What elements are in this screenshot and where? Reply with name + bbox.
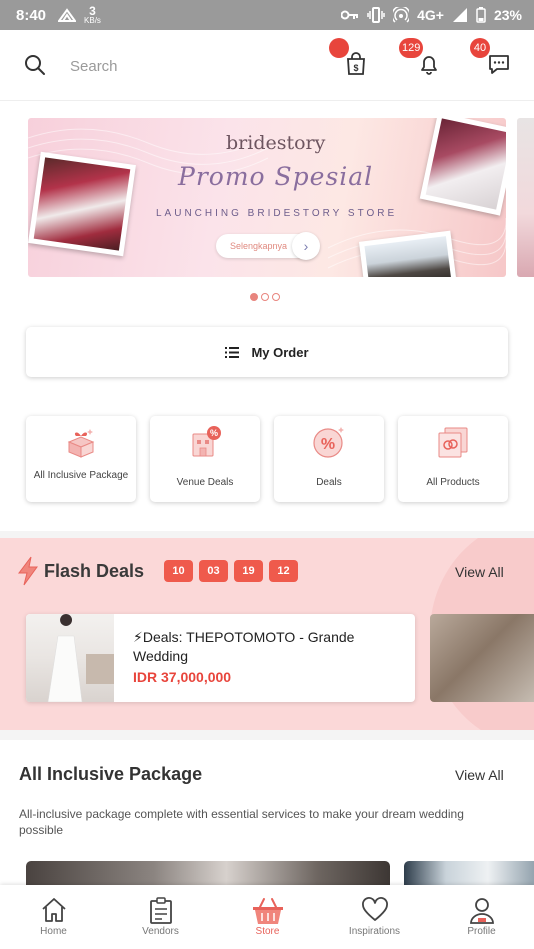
signal-icon [452, 8, 467, 22]
deal-price: IDR 37,000,000 [133, 669, 232, 685]
category-all-inclusive[interactable]: All Inclusive Package [26, 416, 136, 502]
flash-deals-title: Flash Deals [44, 561, 145, 581]
category-deals[interactable]: % Deals [274, 416, 384, 502]
category-label: Venue Deals [176, 477, 234, 488]
my-order-button[interactable]: My Order [26, 327, 508, 377]
category-venue-deals[interactable]: % Venue Deals [150, 416, 260, 502]
key-icon [341, 10, 359, 20]
status-icons: 4G+ 23% [341, 7, 522, 23]
notification-badge: 129 [399, 38, 424, 58]
deal-image [26, 614, 114, 702]
search-input[interactable]: Search [70, 58, 118, 75]
shopping-bag-icon[interactable]: $ [345, 52, 367, 76]
screen: 8:40 3 KB/s 4G+ 23% Search $ 129 40 brid… [0, 0, 534, 949]
venue-discount-icon: % [192, 426, 221, 457]
flash-view-all-link[interactable]: View All [455, 564, 504, 580]
vibrate-icon [367, 7, 385, 23]
banner-cta-label: Selengkapnya [230, 241, 288, 251]
deal-card[interactable]: ⚡Deals: THEPOTOMOTO - Grande Wedding IDR… [26, 614, 415, 702]
banner-headline: Promo Spesial [178, 162, 374, 191]
list-icon [225, 346, 240, 358]
net-speed-unit: KB/s [84, 16, 101, 25]
banner-brand: bridestory [226, 132, 326, 154]
svg-text:%: % [210, 428, 218, 438]
bottom-nav: Home Vendors Store Inspirations Profile [0, 885, 534, 949]
carousel-dots [250, 293, 280, 301]
heart-icon [361, 897, 388, 921]
nav-vendors[interactable]: Vendors [107, 885, 214, 949]
percent-icon: % [313, 427, 344, 458]
svg-text:$: $ [353, 63, 358, 73]
package-section-title: All Inclusive Package [19, 764, 203, 784]
carousel-dot-active[interactable] [250, 293, 258, 301]
category-label: All Products [426, 477, 480, 488]
net-speed: 3 KB/s [84, 5, 101, 25]
package-view-all-link[interactable]: View All [455, 767, 504, 783]
app-notification-icon [58, 8, 77, 22]
nav-label: Vendors [142, 926, 179, 937]
clipboard-icon [149, 897, 172, 924]
next-deal-card-peek[interactable] [430, 614, 534, 702]
chat-icon[interactable] [488, 52, 510, 76]
banner-cta-button[interactable]: Selengkapnya › [216, 232, 320, 260]
my-order-label: My Order [251, 344, 309, 360]
flash-deals-section: Flash Deals 10 03 19 12 View All ⚡Deals:… [0, 538, 534, 730]
nav-store[interactable]: Store [214, 885, 321, 949]
bell-icon[interactable] [418, 52, 440, 76]
ring-box-photo [419, 118, 506, 216]
home-icon [41, 898, 66, 922]
nav-profile[interactable]: Profile [428, 885, 534, 949]
category-label: Deals [316, 477, 342, 488]
svg-text:%: % [321, 436, 335, 453]
carousel-dot[interactable] [261, 293, 269, 301]
timer-box: 10 [164, 560, 193, 582]
profile-icon [469, 898, 494, 924]
cake-photo [28, 151, 136, 257]
promo-carousel[interactable]: bridestory Promo Spesial LAUNCHING BRIDE… [0, 118, 534, 278]
hotspot-icon [393, 7, 410, 23]
timer-box: 03 [199, 560, 228, 582]
carousel-dot[interactable] [272, 293, 280, 301]
promo-banner[interactable]: bridestory Promo Spesial LAUNCHING BRIDE… [28, 118, 506, 277]
top-header: Search $ 129 40 [0, 30, 534, 101]
nav-home[interactable]: Home [0, 885, 107, 949]
status-bar: 8:40 3 KB/s 4G+ 23% [0, 0, 534, 30]
next-banner-peek[interactable] [517, 118, 534, 277]
products-icon [438, 427, 468, 458]
timer-box: 12 [269, 560, 298, 582]
cart-badge [329, 38, 349, 58]
timer-box: 19 [234, 560, 263, 582]
bride-photo [47, 614, 114, 702]
banner-tagline: LAUNCHING BRIDESTORY STORE [156, 208, 398, 219]
search-icon[interactable] [24, 54, 46, 76]
deal-name: ⚡Deals: THEPOTOMOTO - Grande Wedding [133, 629, 355, 664]
nav-label: Home [40, 926, 67, 937]
section-divider [0, 730, 534, 740]
package-description: All-inclusive package complete with esse… [19, 807, 464, 837]
nav-label: Inspirations [348, 926, 401, 937]
gift-box-icon [67, 429, 95, 458]
battery-icon [476, 7, 486, 23]
nav-label: Store [255, 926, 280, 937]
battery-level: 23% [493, 7, 522, 23]
category-label: All Inclusive Package [33, 470, 129, 481]
nav-inspirations[interactable]: Inspirations [321, 885, 428, 949]
lightning-icon [18, 556, 38, 586]
message-badge: 40 [470, 38, 490, 58]
category-all-products[interactable]: All Products [398, 416, 508, 502]
nav-label: Profile [467, 926, 496, 937]
basket-icon [252, 898, 283, 924]
status-time: 8:40 [16, 6, 47, 24]
network-type: 4G+ [417, 7, 444, 23]
chevron-right-icon: › [292, 232, 320, 260]
